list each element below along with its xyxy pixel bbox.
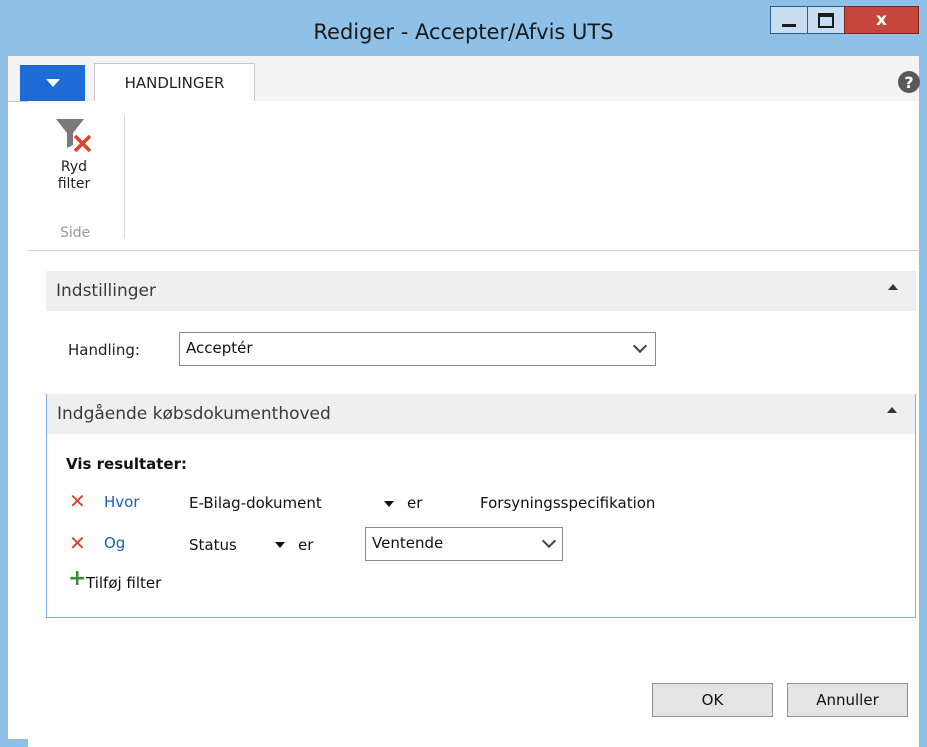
show-results-label: Vis resultater: (66, 455, 187, 473)
filter-field-status[interactable]: Status (189, 536, 237, 554)
status-select[interactable]: Ventende (365, 527, 563, 561)
maximize-icon (818, 12, 834, 28)
settings-fasttab-header[interactable]: Indstillinger (46, 271, 916, 311)
dropdown-triangle-icon (45, 79, 60, 87)
close-icon: x (876, 10, 887, 30)
tab-handlinger[interactable]: HANDLINGER (94, 63, 255, 102)
ribbon-group-divider (124, 115, 125, 239)
clear-filter-label: Ryd filter (57, 159, 91, 192)
filter-fasttab-title: Indgående købsdokumenthoved (57, 404, 331, 424)
filter-connector-where[interactable]: Hvor (104, 493, 140, 511)
ok-button[interactable]: OK (652, 683, 773, 717)
chevron-down-icon (632, 338, 648, 354)
collapse-icon[interactable] (887, 407, 897, 413)
remove-filter-icon[interactable]: ✕ (69, 533, 86, 553)
settings-fasttab-title: Indstillinger (56, 281, 157, 301)
field-dropdown-icon[interactable] (384, 501, 394, 507)
filter-fasttab-header[interactable]: Indgående købsdokumenthoved (47, 394, 915, 434)
ribbon-panel: Ryd filter Side (28, 101, 919, 251)
add-filter-link[interactable]: Tilføj filter (86, 574, 161, 592)
action-select-value: Acceptér (186, 339, 253, 357)
chevron-down-icon (541, 533, 557, 549)
clear-filter-button[interactable]: Ryd filter (48, 115, 100, 193)
collapse-icon[interactable] (888, 284, 898, 290)
add-filter-icon[interactable]: + (68, 568, 86, 590)
action-label: Handling: (68, 341, 140, 359)
action-select[interactable]: Acceptér (179, 332, 656, 366)
maximize-button[interactable] (807, 6, 845, 34)
title-bar[interactable]: Rediger - Accepter/Afvis UTS x (8, 0, 919, 56)
filter-operator: er (407, 494, 423, 512)
filter-field-ebilag[interactable]: E-Bilag-dokument (189, 494, 322, 512)
remove-filter-icon[interactable]: ✕ (69, 491, 86, 511)
minimize-icon (782, 23, 796, 27)
dialog-content: Indstillinger Handling: Acceptér Indgåen… (28, 251, 919, 747)
ribbon-group-label: Side (60, 225, 91, 241)
help-icon[interactable]: ? (898, 71, 920, 93)
dialog-window: Rediger - Accepter/Afvis UTS x HANDLINGE… (0, 0, 927, 747)
field-dropdown-icon[interactable] (275, 542, 285, 548)
status-select-value: Ventende (372, 534, 444, 552)
filter-operator: er (298, 536, 314, 554)
filter-connector-and[interactable]: Og (104, 534, 125, 552)
filter-value-ebilag[interactable]: Forsyningsspecifikation (480, 494, 655, 512)
application-menu-button[interactable] (20, 65, 85, 101)
minimize-button[interactable] (770, 6, 808, 34)
close-button[interactable]: x (844, 6, 919, 34)
funnel-clear-icon (56, 119, 92, 153)
cancel-button[interactable]: Annuller (787, 683, 908, 717)
